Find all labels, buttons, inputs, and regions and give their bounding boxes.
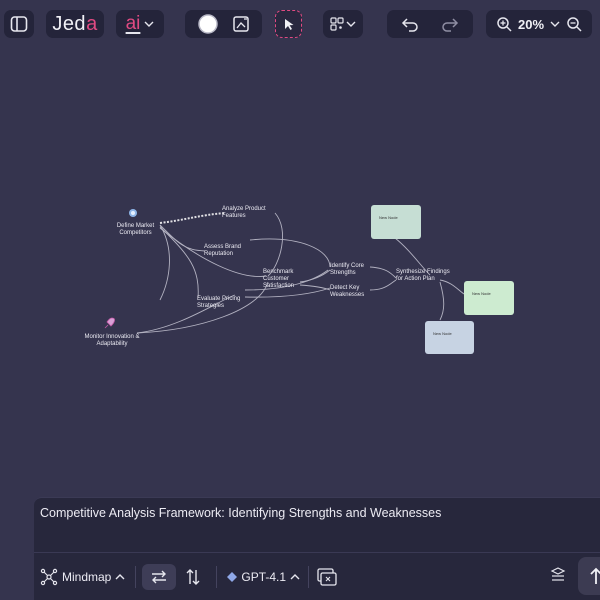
sidebar-toggle-button[interactable] (4, 10, 34, 38)
prompt-input[interactable]: Competitive Analysis Framework: Identify… (40, 506, 441, 520)
diamond-icon (227, 572, 238, 582)
chevron-down-icon (144, 21, 154, 27)
mindmap-root[interactable]: Define Market Competitors (113, 223, 158, 237)
redo-button[interactable] (441, 16, 459, 32)
zoom-control: 20% (486, 10, 592, 38)
zoom-in-button[interactable] (496, 16, 512, 32)
zoom-in-icon (497, 17, 512, 32)
menu-button[interactable] (550, 567, 566, 588)
vertical-layout-button[interactable] (186, 568, 200, 586)
divider (135, 566, 137, 588)
divider (216, 566, 218, 588)
color-circle-icon (197, 14, 218, 34)
target-icon (129, 209, 137, 217)
chevron-up-icon (290, 574, 300, 580)
model-selector[interactable]: GPT-4.1 (227, 570, 300, 584)
undo-icon (401, 18, 418, 32)
image-frame-icon (232, 16, 249, 32)
sticky-note[interactable]: New Node (425, 321, 474, 354)
tool-group (185, 10, 262, 38)
rocket-icon (104, 317, 115, 329)
sticky-note-text: New Node (433, 331, 452, 336)
brand-name: Jeda (52, 12, 98, 35)
model-label: GPT-4.1 (241, 570, 287, 584)
brand-logo[interactable]: Jeda (46, 10, 104, 38)
sticky-note-text: New Node (379, 215, 398, 220)
mindmap-icon (40, 568, 58, 586)
mode-selector[interactable]: Mindmap (40, 568, 125, 586)
sticky-note[interactable]: New Node (464, 281, 514, 315)
mode-label: Mindmap (62, 570, 112, 584)
horizontal-layout-button[interactable] (142, 564, 177, 590)
mindmap-canvas[interactable]: Define Market Competitors Analyze Produc… (0, 50, 600, 490)
zoom-out-icon (567, 17, 582, 32)
prompt-toolbar: Mindmap GPT-4.1 (34, 552, 600, 600)
mindmap-node[interactable]: Identify Core Strengths (330, 263, 376, 277)
sticky-note-text: New Node (472, 291, 491, 296)
chevron-down-icon (550, 21, 560, 27)
mindmap-node[interactable]: Synthesize Findings for Action Plan (396, 269, 452, 283)
grid-icon (330, 17, 344, 31)
mindmap-node[interactable]: Assess Brand Reputation (204, 244, 252, 258)
prompt-panel: Competitive Analysis Framework: Identify… (34, 497, 600, 600)
mindmap-node[interactable]: Detect Key Weaknesses (330, 285, 374, 299)
undo-button[interactable] (401, 16, 419, 32)
mindmap-node[interactable]: Monitor Innovation & Adaptability (84, 334, 140, 348)
zoom-level[interactable]: 20% (518, 17, 544, 32)
ai-label: ai (125, 13, 141, 34)
chat-box-icon (317, 568, 337, 586)
color-picker-button[interactable] (197, 14, 218, 34)
ai-menu-button[interactable]: ai (116, 10, 164, 38)
stack-icon (550, 567, 566, 581)
chevron-down-icon (346, 21, 356, 27)
chevron-up-icon (115, 574, 125, 580)
cursor-icon (284, 19, 293, 30)
select-tool-button[interactable] (275, 10, 302, 38)
mindmap-node[interactable]: Benchmark Customer Satisfaction (263, 269, 311, 290)
divider (308, 566, 310, 588)
history-group (387, 10, 473, 38)
zoom-out-button[interactable] (566, 16, 582, 32)
mindmap-node[interactable]: Evaluate Pricing Strategies (197, 296, 251, 310)
image-tool-button[interactable] (232, 15, 250, 33)
mindmap-node[interactable]: Analyze Product Features (222, 206, 278, 220)
sticky-note[interactable]: New Node (371, 205, 421, 239)
attach-context-button[interactable] (317, 568, 337, 586)
swap-vertical-icon (186, 569, 200, 585)
arrow-up-icon (590, 567, 600, 584)
send-button[interactable] (578, 557, 600, 595)
swap-horizontal-icon (152, 570, 167, 584)
redo-icon (442, 18, 459, 32)
sidebar-icon (10, 16, 28, 32)
layout-menu-button[interactable] (323, 10, 363, 38)
